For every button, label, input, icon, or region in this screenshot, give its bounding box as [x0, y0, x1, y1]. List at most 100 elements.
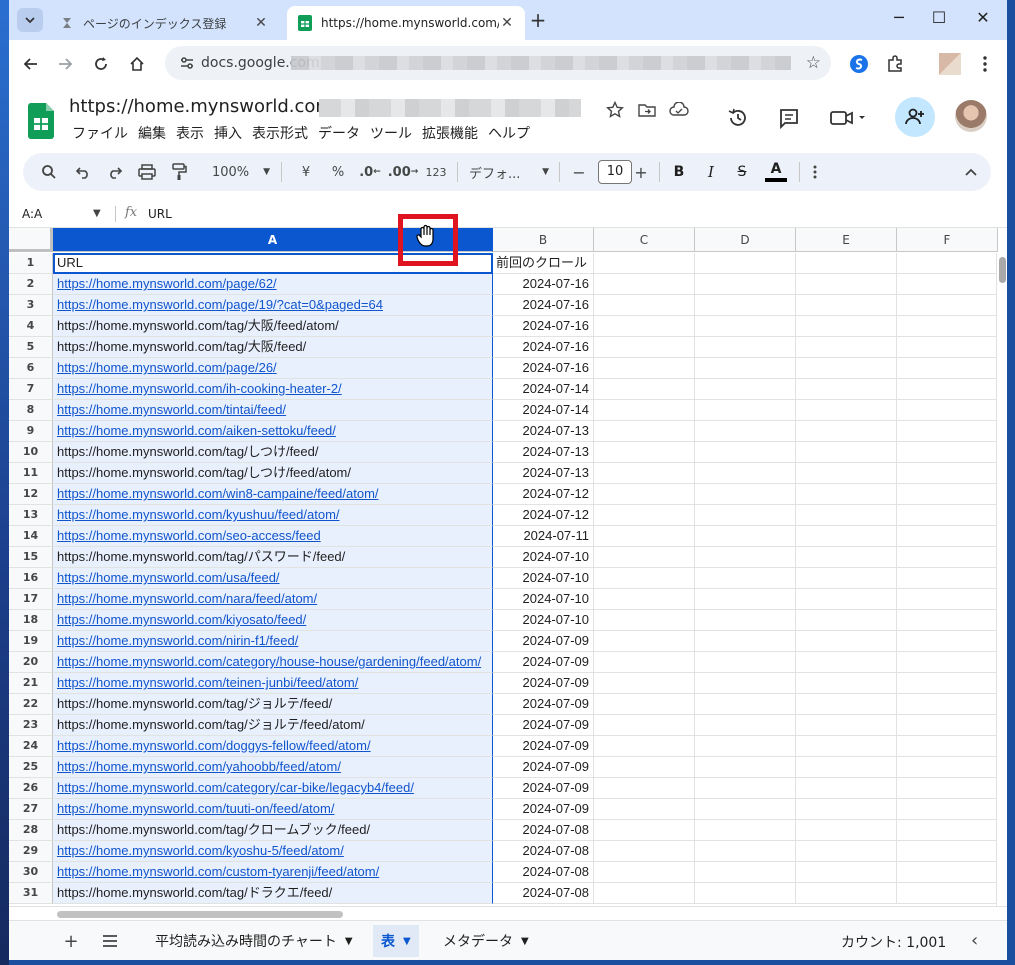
- empty-cell[interactable]: [594, 547, 695, 568]
- decrease-decimal-button[interactable]: .0 ←: [357, 160, 383, 184]
- url-cell[interactable]: https://home.mynsworld.com/tag/大阪/feed/: [53, 337, 493, 358]
- horizontal-scrollbar[interactable]: [9, 906, 1007, 920]
- extensions-puzzle-icon[interactable]: [883, 52, 907, 76]
- empty-cell[interactable]: [897, 505, 998, 526]
- star-icon[interactable]: [604, 99, 626, 121]
- undo-icon[interactable]: [71, 160, 95, 184]
- collapse-menus-icon[interactable]: [959, 160, 983, 184]
- empty-cell[interactable]: [897, 820, 998, 841]
- date-cell[interactable]: 2024-07-12: [493, 484, 594, 505]
- tab-index-registration[interactable]: ページのインデックス登録 ✕: [49, 6, 279, 40]
- name-box[interactable]: A:A: [22, 207, 42, 221]
- menu-tools[interactable]: ツール: [365, 123, 417, 143]
- empty-cell[interactable]: [796, 421, 897, 442]
- url-cell[interactable]: https://home.mynsworld.com/page/26/: [53, 358, 493, 379]
- empty-cell[interactable]: [897, 337, 998, 358]
- extension-s-icon[interactable]: [847, 52, 871, 76]
- empty-cell[interactable]: [695, 400, 796, 421]
- reload-button[interactable]: [89, 52, 113, 76]
- empty-cell[interactable]: [594, 673, 695, 694]
- url-cell[interactable]: https://home.mynsworld.com/tag/ジョルテ/feed…: [53, 694, 493, 715]
- url-cell[interactable]: https://home.mynsworld.com/tag/しつけ/feed/…: [53, 463, 493, 484]
- empty-cell[interactable]: [695, 778, 796, 799]
- search-menus-icon[interactable]: [37, 160, 61, 184]
- row-header[interactable]: 3: [9, 295, 53, 316]
- empty-cell[interactable]: [594, 379, 695, 400]
- empty-cell[interactable]: [695, 421, 796, 442]
- empty-cell[interactable]: [897, 253, 998, 274]
- close-icon[interactable]: ✕: [499, 15, 515, 31]
- url-cell[interactable]: https://home.mynsworld.com/win8-campaine…: [53, 484, 493, 505]
- strikethrough-button[interactable]: S: [731, 160, 753, 184]
- date-cell[interactable]: 2024-07-10: [493, 610, 594, 631]
- browser-menu-icon[interactable]: [973, 52, 997, 76]
- url-cell[interactable]: https://home.mynsworld.com/yahoobb/feed/…: [53, 757, 493, 778]
- empty-cell[interactable]: [594, 589, 695, 610]
- close-icon[interactable]: ✕: [253, 15, 269, 31]
- date-cell[interactable]: 2024-07-08: [493, 883, 594, 904]
- empty-cell[interactable]: [796, 316, 897, 337]
- date-cell[interactable]: 2024-07-16: [493, 274, 594, 295]
- date-cell[interactable]: 2024-07-14: [493, 400, 594, 421]
- url-cell[interactable]: https://home.mynsworld.com/tintai/feed/: [53, 400, 493, 421]
- empty-cell[interactable]: [594, 862, 695, 883]
- empty-cell[interactable]: [695, 274, 796, 295]
- empty-cell[interactable]: [796, 463, 897, 484]
- empty-cell[interactable]: [897, 778, 998, 799]
- url-cell[interactable]: https://home.mynsworld.com/tuuti-on/feed…: [53, 799, 493, 820]
- empty-cell[interactable]: [897, 694, 998, 715]
- empty-cell[interactable]: [695, 253, 796, 274]
- date-cell[interactable]: 2024-07-09: [493, 631, 594, 652]
- percent-format-button[interactable]: %: [327, 160, 349, 184]
- empty-cell[interactable]: [695, 568, 796, 589]
- vertical-scrollbar[interactable]: [996, 253, 1007, 908]
- row-header[interactable]: 23: [9, 715, 53, 736]
- share-button[interactable]: [895, 97, 935, 137]
- font-family-select[interactable]: デフォ... ▼: [467, 160, 551, 184]
- row-header[interactable]: 30: [9, 862, 53, 883]
- empty-cell[interactable]: [796, 547, 897, 568]
- menu-view[interactable]: 表示: [171, 123, 209, 143]
- empty-cell[interactable]: [695, 589, 796, 610]
- row-header[interactable]: 19: [9, 631, 53, 652]
- add-sheet-button[interactable]: +: [61, 929, 81, 953]
- url-cell[interactable]: https://home.mynsworld.com/tag/クロームブック/f…: [53, 820, 493, 841]
- empty-cell[interactable]: [897, 316, 998, 337]
- empty-cell[interactable]: [594, 820, 695, 841]
- empty-cell[interactable]: [695, 547, 796, 568]
- date-cell[interactable]: 2024-07-16: [493, 316, 594, 337]
- date-cell[interactable]: 2024-07-13: [493, 421, 594, 442]
- menu-file[interactable]: ファイル: [67, 123, 133, 143]
- empty-cell[interactable]: [897, 274, 998, 295]
- comments-icon[interactable]: [776, 105, 802, 131]
- empty-cell[interactable]: [594, 610, 695, 631]
- empty-cell[interactable]: [796, 820, 897, 841]
- empty-cell[interactable]: [796, 274, 897, 295]
- empty-cell[interactable]: [796, 757, 897, 778]
- chevron-left-icon[interactable]: ‹: [971, 930, 978, 951]
- paint-format-icon[interactable]: [167, 160, 191, 184]
- empty-cell[interactable]: [695, 484, 796, 505]
- empty-cell[interactable]: [897, 589, 998, 610]
- empty-cell[interactable]: [695, 820, 796, 841]
- date-cell[interactable]: 2024-07-14: [493, 379, 594, 400]
- row-header[interactable]: 29: [9, 841, 53, 862]
- date-cell[interactable]: 2024-07-16: [493, 295, 594, 316]
- empty-cell[interactable]: [695, 673, 796, 694]
- row-header[interactable]: 1: [9, 253, 53, 274]
- empty-cell[interactable]: [897, 715, 998, 736]
- horizontal-scroll-thumb[interactable]: [57, 911, 343, 918]
- sheet-tab-chart[interactable]: 平均読み込み時間のチャート ▼: [147, 925, 361, 957]
- empty-cell[interactable]: [594, 316, 695, 337]
- empty-cell[interactable]: [594, 883, 695, 904]
- empty-cell[interactable]: [897, 295, 998, 316]
- url-cell[interactable]: https://home.mynsworld.com/page/19/?cat=…: [53, 295, 493, 316]
- empty-cell[interactable]: [796, 610, 897, 631]
- empty-cell[interactable]: [897, 736, 998, 757]
- empty-cell[interactable]: [897, 568, 998, 589]
- menu-format[interactable]: 表示形式: [247, 123, 313, 143]
- selection-count[interactable]: カウント: 1,001: [841, 932, 946, 952]
- row-header[interactable]: 31: [9, 883, 53, 904]
- empty-cell[interactable]: [897, 862, 998, 883]
- menu-edit[interactable]: 編集: [133, 123, 171, 143]
